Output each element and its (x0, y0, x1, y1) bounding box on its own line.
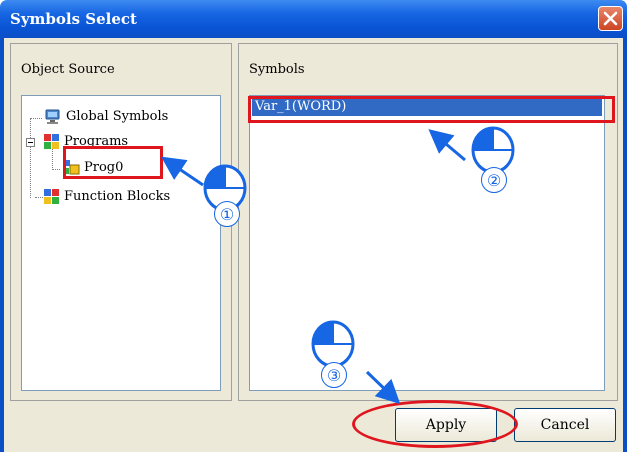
arrow-icon (428, 129, 466, 162)
step-2-badge: ② (481, 167, 507, 193)
symbols-select-dialog: Symbols Select Object Source Global Symb… (0, 0, 627, 452)
arrow-icon (161, 156, 204, 187)
step-1-badge: ① (214, 201, 240, 227)
step-3-badge: ③ (321, 362, 347, 388)
arrow-icon (365, 370, 401, 405)
annotation-arrows (161, 129, 466, 405)
